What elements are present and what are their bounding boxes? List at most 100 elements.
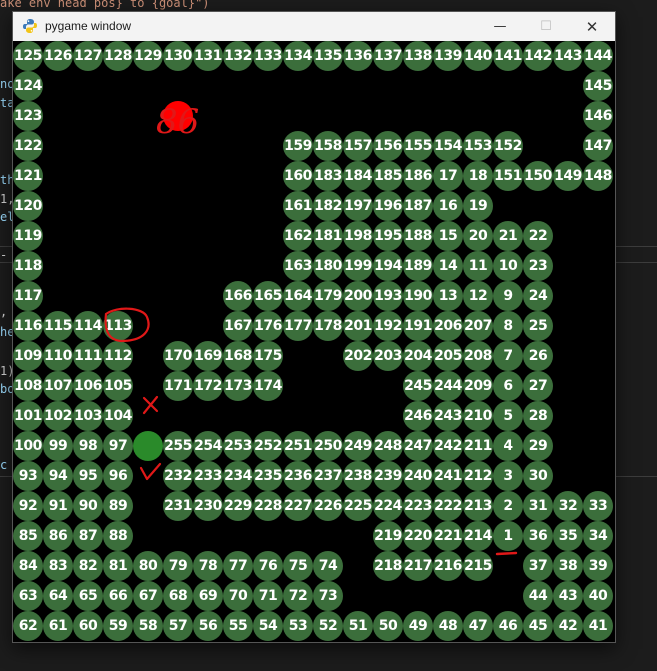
path-cell: 246 <box>403 401 433 431</box>
path-cell: 238 <box>343 461 373 491</box>
path-cell: 230 <box>193 491 223 521</box>
path-cell: 1 <box>493 521 523 551</box>
path-cell: 162 <box>283 221 313 251</box>
path-cell: 179 <box>313 281 343 311</box>
path-cell: 125 <box>13 41 43 71</box>
path-cell: 190 <box>403 281 433 311</box>
path-cell: 92 <box>13 491 43 521</box>
path-cell: 102 <box>43 401 73 431</box>
path-cell: 115 <box>43 311 73 341</box>
path-cell: 126 <box>43 41 73 71</box>
path-cell: 70 <box>223 581 253 611</box>
minimize-button[interactable]: — <box>477 12 523 41</box>
path-cell: 44 <box>523 581 553 611</box>
path-cell: 28 <box>523 401 553 431</box>
path-cell: 188 <box>403 221 433 251</box>
path-cell: 59 <box>103 611 133 641</box>
path-cell: 215 <box>463 551 493 581</box>
path-cell: 134 <box>283 41 313 71</box>
path-cell: 200 <box>343 281 373 311</box>
path-cell: 231 <box>163 491 193 521</box>
path-cell: 154 <box>433 131 463 161</box>
path-cell: 137 <box>373 41 403 71</box>
path-cell: 227 <box>283 491 313 521</box>
path-cell: 168 <box>223 341 253 371</box>
path-cell: 107 <box>43 371 73 401</box>
maximize-button[interactable]: ☐ <box>523 12 569 41</box>
path-cell: 243 <box>433 401 463 431</box>
path-cell: 42 <box>553 611 583 641</box>
path-cell: 138 <box>403 41 433 71</box>
path-cell: 253 <box>223 431 253 461</box>
path-cell: 91 <box>43 491 73 521</box>
path-cell: 106 <box>73 371 103 401</box>
path-cell: 85 <box>13 521 43 551</box>
path-cell: 189 <box>403 251 433 281</box>
pygame-window[interactable]: pygame window — ☐ ✕ 125 126 127 128 129 130 13… <box>12 11 616 643</box>
path-cell: 103 <box>73 401 103 431</box>
path-cell: 196 <box>373 191 403 221</box>
path-cell: 252 <box>253 431 283 461</box>
path-cell: 80 <box>133 551 163 581</box>
path-cell: 95 <box>73 461 103 491</box>
path-cell: 94 <box>43 461 73 491</box>
path-cell: 62 <box>13 611 43 641</box>
path-cell: 117 <box>13 281 43 311</box>
path-cell: 131 <box>193 41 223 71</box>
path-cell: 242 <box>433 431 463 461</box>
path-cell: 167 <box>223 311 253 341</box>
code-fragment: - <box>0 248 8 262</box>
path-cell: 248 <box>373 431 403 461</box>
path-cell: 20 <box>463 221 493 251</box>
path-cell: 97 <box>103 431 133 461</box>
path-cell: 100 <box>13 431 43 461</box>
path-cell: 40 <box>583 581 613 611</box>
path-cell: 205 <box>433 341 463 371</box>
path-cell: 67 <box>133 581 163 611</box>
path-cell: 33 <box>583 491 613 521</box>
annotation-underline-1 <box>495 551 518 556</box>
path-cell: 147 <box>583 131 613 161</box>
path-cell: 224 <box>373 491 403 521</box>
window-titlebar[interactable]: pygame window — ☐ ✕ <box>13 12 615 41</box>
path-cell: 226 <box>313 491 343 521</box>
path-cell: 110 <box>43 341 73 371</box>
path-cell: 54 <box>253 611 283 641</box>
path-cell: 236 <box>283 461 313 491</box>
path-cell: 233 <box>193 461 223 491</box>
path-cell: 229 <box>223 491 253 521</box>
path-cell: 90 <box>73 491 103 521</box>
path-cell: 108 <box>13 371 43 401</box>
path-cell: 99 <box>43 431 73 461</box>
path-cell: 23 <box>523 251 553 281</box>
path-cell: 166 <box>223 281 253 311</box>
path-cell: 31 <box>523 491 553 521</box>
path-cell: 180 <box>313 251 343 281</box>
path-cell: 11 <box>463 251 493 281</box>
path-cell: 140 <box>463 41 493 71</box>
path-cell: 121 <box>13 161 43 191</box>
path-cell: 24 <box>523 281 553 311</box>
path-cell: 101 <box>13 401 43 431</box>
path-cell: 217 <box>403 551 433 581</box>
path-cell: 105 <box>103 371 133 401</box>
close-button[interactable]: ✕ <box>569 12 615 41</box>
path-cell: 245 <box>403 371 433 401</box>
path-cell: 223 <box>403 491 433 521</box>
handwritten-annotations: 86 <box>104 102 518 556</box>
path-cell: 26 <box>523 341 553 371</box>
path-cell: 144 <box>583 41 613 71</box>
path-cell: 222 <box>433 491 463 521</box>
path-cell: 77 <box>223 551 253 581</box>
path-cell: 213 <box>463 491 493 521</box>
path-cell: 214 <box>463 521 493 551</box>
path-cell: 22 <box>523 221 553 251</box>
game-board[interactable]: 125 126 127 128 129 130 131 132 133 134 135 136 137 1… <box>13 41 615 642</box>
path-cell: 199 <box>343 251 373 281</box>
path-cell: 98 <box>73 431 103 461</box>
path-cell: 58 <box>133 611 163 641</box>
path-cell: 34 <box>583 521 613 551</box>
path-cell: 47 <box>463 611 493 641</box>
path-cell: 172 <box>193 371 223 401</box>
path-cell: 72 <box>283 581 313 611</box>
